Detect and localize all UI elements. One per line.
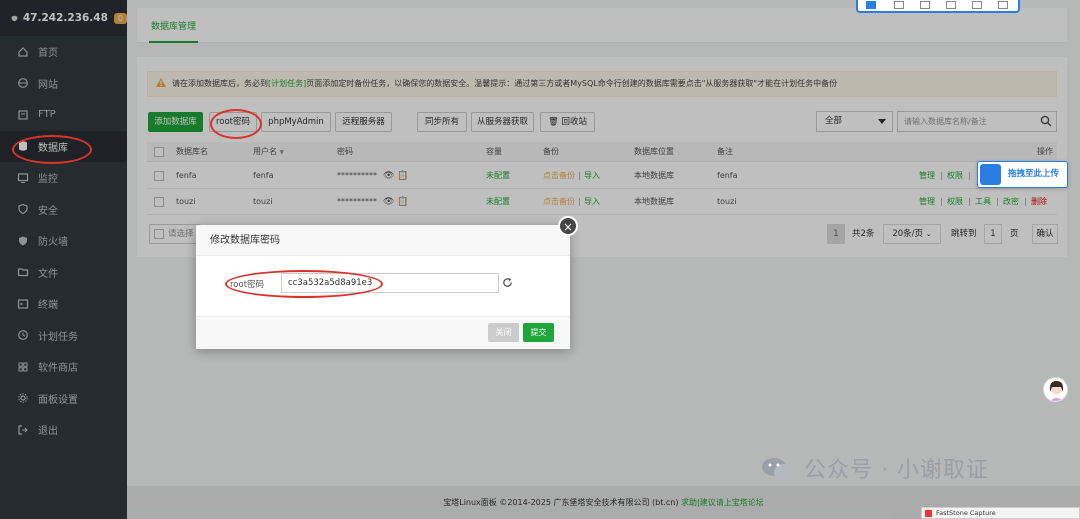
close-button[interactable]: 关闭: [488, 323, 519, 342]
change-password-dialog: 修改数据库密码 × root密码 cc3a532a5d8a91e3 关闭 提交: [196, 216, 578, 349]
cloud-icon: [980, 164, 1001, 185]
dialog-title: 修改数据库密码: [196, 225, 570, 256]
copy-icon[interactable]: [998, 1, 1008, 9]
submit-button[interactable]: 提交: [523, 323, 554, 342]
highlight-ellipse-root-button: [210, 109, 262, 139]
upload-drop-label: 拖拽至此上传: [1008, 169, 1060, 179]
faststone-icon: [925, 510, 932, 517]
faststone-label: FastStone Capture: [936, 509, 996, 517]
window-icon[interactable]: [920, 1, 930, 9]
expand-icon[interactable]: [894, 1, 904, 9]
capture-mode-icon[interactable]: [866, 1, 876, 9]
watermark: 公众号 · 小谢取证: [760, 452, 989, 484]
highlight-ellipse-password-field: [225, 270, 383, 298]
highlight-ellipse-sidebar-database: [12, 135, 92, 164]
watermark-text: 公众号 · 小谢取证: [804, 458, 989, 483]
refresh-icon[interactable]: [502, 277, 513, 288]
avatar[interactable]: [1043, 377, 1068, 402]
capture-toolbar: [856, 0, 1020, 13]
wechat-icon: [762, 458, 794, 480]
faststone-taskbar[interactable]: FastStone Capture: [921, 507, 1080, 519]
upload-drop-widget[interactable]: 拖拽至此上传: [977, 161, 1068, 188]
save-icon[interactable]: [972, 1, 982, 9]
export-icon[interactable]: [946, 1, 956, 9]
dialog-footer: 关闭 提交: [196, 316, 570, 349]
close-icon[interactable]: ×: [558, 216, 578, 236]
